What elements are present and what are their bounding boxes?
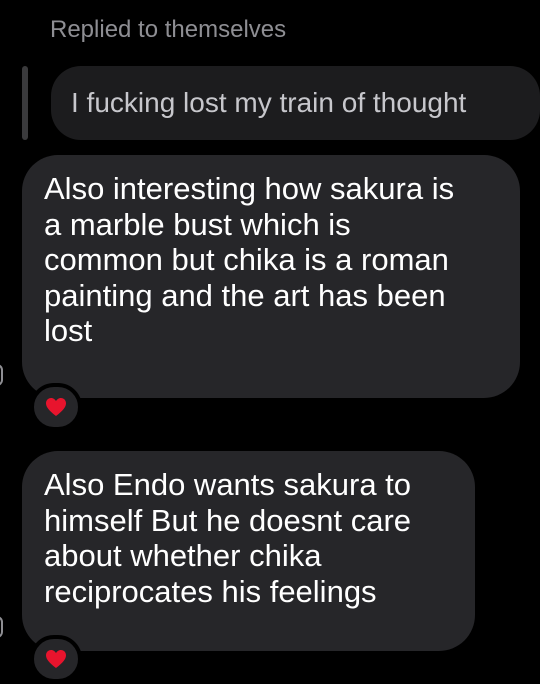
reply-indicator-bar: [22, 66, 28, 140]
red-heart-icon: [46, 650, 66, 668]
message-line: himself But he doesnt care: [44, 502, 412, 538]
message-line: lost: [44, 313, 93, 348]
message-line: Also interesting how sakura is: [44, 171, 455, 206]
red-heart-icon: [46, 398, 66, 416]
heart-reaction[interactable]: [30, 383, 82, 431]
reply-header: Replied to themselves: [50, 16, 287, 43]
edge-avatar-fragment: [0, 364, 3, 386]
message-bubble[interactable]: Also interesting how sakura is a marble …: [22, 155, 520, 398]
message-line: painting and the art has been: [44, 277, 446, 313]
message-line: Also Endo wants sakura to: [44, 467, 412, 502]
message-line: common but chika is a roman: [44, 242, 449, 277]
message-bubble[interactable]: Also Endo wants sakura to himself But he…: [22, 451, 475, 651]
edge-avatar-fragment: [0, 616, 3, 638]
heart-reaction[interactable]: [30, 635, 82, 683]
quoted-message-bubble[interactable]: I fucking lost my train of thought: [51, 66, 540, 140]
message-line: a marble bust which is: [44, 206, 351, 242]
quoted-message-text: I fucking lost my train of thought: [71, 87, 467, 118]
message-line: reciprocates his feelings: [44, 573, 377, 609]
message-line: about whether chika: [44, 538, 322, 573]
